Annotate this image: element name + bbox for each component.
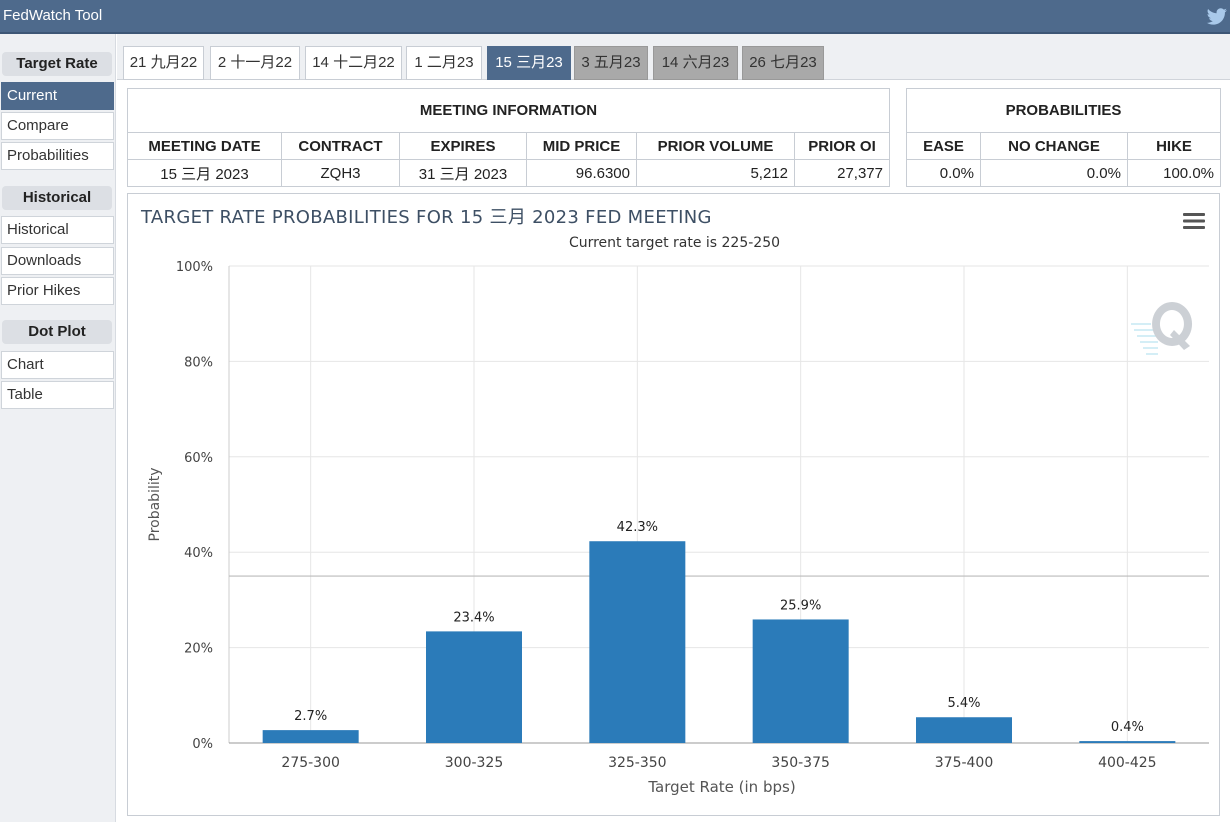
col-meeting-date: MEETING DATE [127, 132, 282, 160]
chart-axes [228, 266, 1209, 744]
expires-value: 31 三月 2023 [399, 159, 527, 187]
tab-meeting-4[interactable]: 1 二月23 [406, 46, 482, 80]
bar-value-label: 42.3% [617, 520, 658, 535]
twitter-icon[interactable] [1206, 8, 1228, 26]
y-axis-title: Probability [147, 467, 163, 541]
col-expires: EXPIRES [399, 132, 527, 160]
x-tick-label: 375-400 [935, 755, 994, 771]
probabilities-heading: PROBABILITIES [906, 88, 1221, 133]
bar-value-label: 23.4% [453, 610, 494, 625]
col-ease: EASE [906, 132, 981, 160]
y-tick-label: 40% [184, 546, 213, 561]
tab-meeting-8[interactable]: 26 七月23 [742, 46, 824, 80]
chart-bars [262, 541, 1176, 743]
sidebar-heading-dot-plot: Dot Plot [2, 320, 112, 344]
y-tick-label: 100% [176, 260, 213, 275]
bar-value-label: 5.4% [947, 696, 980, 711]
tab-meeting-7[interactable]: 14 六月23 [653, 46, 738, 80]
sidebar-item-probabilities[interactable]: Probabilities [1, 142, 114, 170]
sidebar: Target Rate Current Compare Probabilitie… [0, 34, 116, 822]
sidebar-heading-historical: Historical [2, 186, 112, 210]
sidebar-item-compare[interactable]: Compare [1, 112, 114, 140]
bar-325-350 [589, 541, 686, 743]
x-tick-label: 325-350 [608, 755, 667, 771]
probabilities-table: PROBABILITIES EASE NO CHANGE HIKE 0.0% 0… [906, 88, 1221, 187]
tab-meeting-3[interactable]: 14 十二月22 [305, 46, 402, 80]
col-prior-oi: PRIOR OI [794, 132, 890, 160]
bar-value-label: 0.4% [1111, 720, 1144, 735]
mid-price-value: 96.6300 [526, 159, 637, 187]
sidebar-item-table[interactable]: Table [1, 381, 114, 409]
ease-value: 0.0% [906, 159, 981, 187]
tab-meeting-2[interactable]: 2 十一月22 [210, 46, 300, 80]
x-tick-label: 350-375 [771, 755, 830, 771]
chart-container: TARGET RATE PROBABILITIES FOR 15 三月 2023… [127, 193, 1220, 816]
bar-value-label: 2.7% [294, 709, 327, 724]
bar-chart: 0% 20% 40% 60% 80% 100% 2.7% 275-300 23.4% 300-32… [147, 260, 1209, 796]
prior-oi-value: 27,377 [794, 159, 890, 187]
bar-375-400 [916, 717, 1012, 743]
y-tick-label: 80% [184, 355, 213, 370]
meeting-date-value: 15 三月 2023 [127, 159, 282, 187]
sidebar-heading-target-rate: Target Rate [2, 52, 112, 76]
col-mid-price: MID PRICE [526, 132, 637, 160]
col-prior-volume: PRIOR VOLUME [636, 132, 795, 160]
col-no-change: NO CHANGE [980, 132, 1128, 160]
app-title: FedWatch Tool [3, 7, 103, 24]
sidebar-item-current[interactable]: Current [1, 82, 114, 110]
chart-gridlines [229, 265, 1209, 744]
bar-275-300 [262, 730, 359, 743]
bar-value-label: 25.9% [780, 598, 821, 613]
bar-350-375 [752, 619, 849, 743]
y-tick-label: 20% [184, 642, 213, 657]
x-tick-label: 400-425 [1098, 755, 1157, 771]
tab-meeting-5[interactable]: 15 三月23 [487, 46, 571, 80]
y-tick-label: 0% [192, 737, 213, 752]
tab-meeting-6[interactable]: 3 五月23 [574, 46, 648, 80]
sidebar-item-historical[interactable]: Historical [1, 216, 114, 244]
meeting-info-heading: MEETING INFORMATION [127, 88, 890, 133]
sidebar-item-prior-hikes[interactable]: Prior Hikes [1, 277, 114, 305]
x-tick-label: 275-300 [281, 755, 340, 771]
sidebar-item-chart[interactable]: Chart [1, 351, 114, 379]
sidebar-item-downloads[interactable]: Downloads [1, 247, 114, 275]
meeting-info-table: MEETING INFORMATION MEETING DATE CONTRAC… [127, 88, 890, 187]
col-hike: HIKE [1127, 132, 1221, 160]
x-tick-label: 300-325 [445, 755, 504, 771]
app-title-bar: FedWatch Tool [0, 0, 1230, 34]
bar-400-425 [1079, 741, 1176, 743]
hike-value: 100.0% [1127, 159, 1221, 187]
prior-volume-value: 5,212 [636, 159, 795, 187]
x-axis-title: Target Rate (in bps) [647, 778, 795, 796]
no-change-value: 0.0% [980, 159, 1128, 187]
chart-watermark-logo [1131, 302, 1193, 355]
bar-300-325 [426, 631, 522, 743]
contract-value: ZQH3 [281, 159, 400, 187]
y-tick-label: 60% [184, 451, 213, 466]
col-contract: CONTRACT [281, 132, 400, 160]
tab-meeting-1[interactable]: 21 九月22 [123, 46, 204, 80]
